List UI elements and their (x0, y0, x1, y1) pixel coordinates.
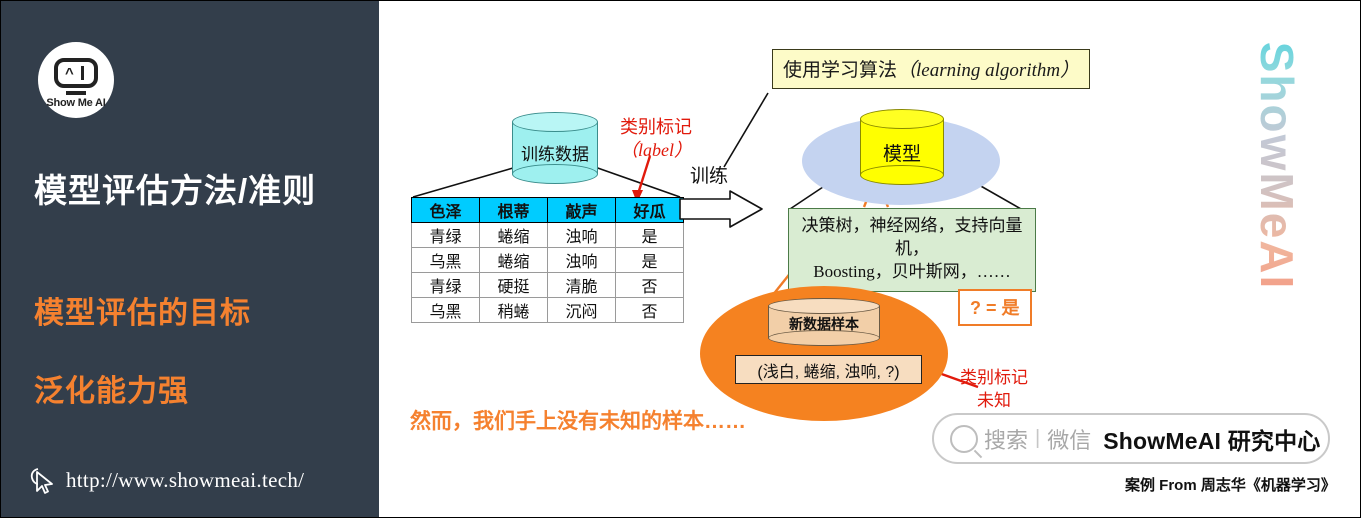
search-placeholder: 搜索 (984, 427, 1029, 453)
label-annotation-line2: （label） (620, 139, 692, 160)
table-row: 青绿 硬挺 清脆 否 (411, 272, 684, 298)
learning-algorithm-cn: 使用学习算法 (783, 60, 898, 81)
model-label: 模型 (882, 144, 921, 165)
showmeai-logo: ^ Show Me AI (38, 42, 114, 118)
table-cell: 乌黑 (411, 247, 480, 273)
prediction-box: ? = 是 (958, 289, 1032, 326)
goal-heading: 模型评估的目标 (34, 297, 251, 330)
table-cell: 浊响 (547, 247, 616, 273)
sidebar: ^ Show Me AI 模型评估方法/准则 模型评估的目标 泛化能力强 htt… (1, 1, 379, 517)
table-cell: 是 (615, 247, 684, 273)
unknown-line1: 类别标记 (960, 368, 1028, 387)
table-cell: 稍蜷 (479, 297, 548, 323)
train-arrow-icon (679, 190, 763, 228)
goal-subheading: 泛化能力强 (34, 375, 189, 408)
table-cell: 乌黑 (411, 297, 480, 323)
watermark-text: ShowMeAI (1250, 23, 1304, 301)
table-row: 青绿 蜷缩 浊响 是 (411, 222, 684, 248)
bar-icon (81, 66, 84, 80)
robot-face-icon: ^ (54, 58, 98, 88)
cylinder-bottom (512, 164, 598, 184)
train-arrow-label: 训练 (690, 166, 729, 187)
algorithms-box: 决策树，神经网络，支持向量机， Boosting，贝叶斯网，…… (788, 208, 1036, 292)
table-row: 乌黑 蜷缩 浊响 是 (411, 247, 684, 273)
table-cell: 沉闷 (547, 297, 616, 323)
slide-content: 使用学习算法（learning algorithm） 训练数据 类别标记 （la… (380, 1, 1360, 517)
site-url-text: http://www.showmeai.tech/ (66, 467, 305, 492)
table-header-row: 色泽 根蒂 敲声 好瓜 (411, 197, 684, 223)
table-cell: 浊响 (547, 222, 616, 248)
table-cell: 蜷缩 (479, 247, 548, 273)
table-cell: 青绿 (411, 272, 480, 298)
cylinder-top (860, 109, 944, 129)
table-cell: 否 (615, 272, 684, 298)
cylinder-top (768, 298, 880, 314)
table-cell: 蜷缩 (479, 222, 548, 248)
cylinder-bottom (860, 165, 944, 185)
unknown-label-annotation: 类别标记 未知 (960, 367, 1028, 413)
robot-mouth-icon (66, 91, 86, 95)
table-cell: 是 (615, 222, 684, 248)
table-cell: 青绿 (411, 222, 480, 248)
label-annotation-line1: 类别标记 (620, 117, 692, 137)
new-sample-cylinder: 新数据样本 (768, 298, 882, 348)
table-header-cell: 根蒂 (479, 197, 548, 223)
unknown-line2: 未知 (977, 390, 1011, 410)
table-header-cell: 敲声 (547, 197, 616, 223)
training-data-table: 色泽 根蒂 敲声 好瓜 青绿 蜷缩 浊响 是 乌黑 蜷缩 浊响 是 青绿 硬挺 … (411, 197, 684, 323)
wechat-search-pill[interactable]: 搜索 | 微信 ShowMeAI 研究中心 (932, 413, 1330, 464)
caret-icon: ^ (65, 65, 74, 82)
new-sample-value-box: (浅白, 蜷缩, 浊响, ?) (735, 355, 922, 384)
algorithms-line2: Boosting，贝叶斯网，…… (813, 261, 1011, 281)
logo-brand-text: Show Me AI (46, 97, 106, 109)
label-annotation: 类别标记 （label） (620, 116, 692, 161)
search-icon (950, 424, 978, 453)
table-header-cell: 好瓜 (615, 197, 684, 223)
table-cell: 硬挺 (479, 272, 548, 298)
learning-algorithm-box: 使用学习算法（learning algorithm） (772, 49, 1091, 89)
pill-divider: | (1035, 427, 1041, 449)
new-sample-label: 新数据样本 (789, 316, 859, 332)
model-cylinder: 模型 (860, 109, 946, 187)
table-cell: 否 (615, 297, 684, 323)
table-cell: 清脆 (547, 272, 616, 298)
cursor-arrow-icon (30, 468, 53, 494)
slide-root: ^ Show Me AI 模型评估方法/准则 模型评估的目标 泛化能力强 htt… (0, 0, 1361, 518)
algorithms-line1: 决策树，神经网络，支持向量机， (801, 216, 1023, 258)
showmeai-watermark: ShowMeAI (1246, 21, 1306, 301)
table-header-cell: 色泽 (411, 197, 480, 223)
search-account: ShowMeAI 研究中心 (1103, 427, 1321, 454)
page-title: 模型评估方法/准则 (34, 172, 317, 209)
training-data-label: 训练数据 (521, 145, 589, 164)
training-data-cylinder: 训练数据 (512, 112, 600, 184)
search-channel: 微信 (1047, 427, 1092, 453)
learning-algorithm-en: （learning algorithm） (897, 60, 1080, 81)
source-credit: 案例 From 周志华《机器学习》 (1125, 477, 1336, 494)
site-url-block[interactable]: http://www.showmeai.tech/ (29, 466, 304, 494)
table-row: 乌黑 稍蜷 沉闷 否 (411, 297, 684, 323)
bottom-caption: 然而，我们手上没有未知的样本…… (410, 410, 746, 433)
cylinder-top (512, 112, 598, 132)
